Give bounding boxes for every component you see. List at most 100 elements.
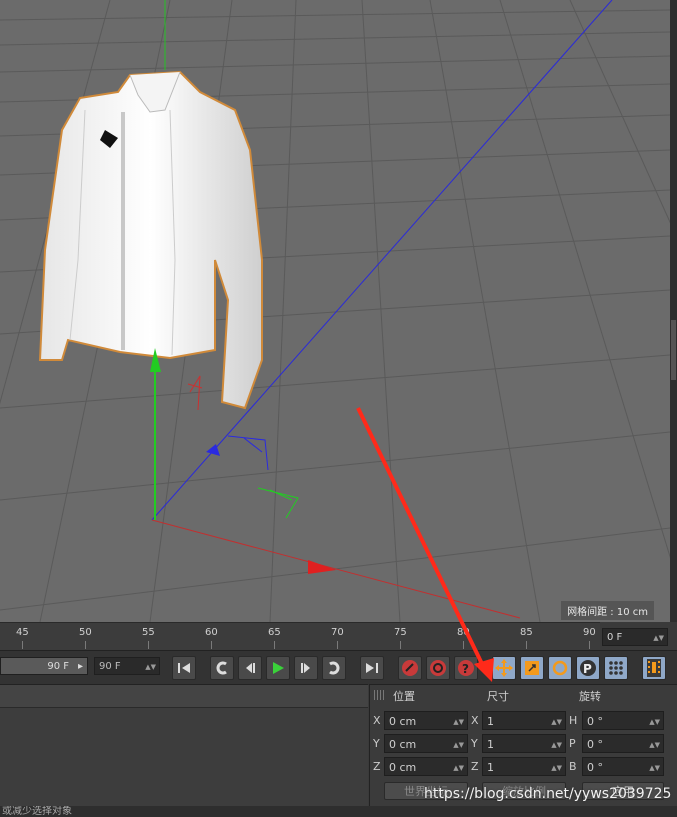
- rotate-tool-button[interactable]: [548, 656, 572, 680]
- size-y-field[interactable]: 1 ▲▼: [482, 734, 566, 753]
- spinner-icon[interactable]: ▲▼: [145, 658, 156, 676]
- rot-p-field[interactable]: 0 ° ▲▼: [582, 734, 664, 753]
- size-z-field[interactable]: 1 ▲▼: [482, 757, 566, 776]
- prev-key-button[interactable]: [210, 656, 234, 680]
- spinner-icon[interactable]: ▲▼: [551, 713, 562, 732]
- pos-x-field[interactable]: 0 cm ▲▼: [384, 711, 468, 730]
- size-axis-label: Y: [471, 737, 478, 750]
- end-frame-value: 90 F: [99, 661, 121, 672]
- ruler-label: 50: [79, 627, 92, 638]
- size-z-value: 1: [487, 761, 494, 774]
- pos-y-field[interactable]: 0 cm ▲▼: [384, 734, 468, 753]
- scale-tool-button[interactable]: [520, 656, 544, 680]
- ruler-label: 70: [331, 627, 344, 638]
- go-to-end-button[interactable]: [360, 656, 384, 680]
- spinner-icon[interactable]: ▲▼: [649, 736, 660, 755]
- scale-icon: [525, 661, 539, 675]
- next-key-button[interactable]: [322, 656, 346, 680]
- ruler-label: 90: [583, 627, 596, 638]
- go-to-start-button[interactable]: [172, 656, 196, 680]
- svg-text:P: P: [583, 662, 592, 676]
- spinner-icon[interactable]: ▲▼: [653, 629, 664, 647]
- prev-frame-icon: [246, 663, 255, 673]
- rot-axis-label: P: [569, 737, 576, 750]
- viewport-scrollbar[interactable]: [670, 0, 677, 622]
- autokey-button[interactable]: [426, 656, 450, 680]
- x-axis-line: [151, 519, 521, 619]
- rotation-header: 旋转: [579, 690, 601, 703]
- next-frame-icon: [301, 663, 310, 673]
- rot-h-value: 0 °: [587, 715, 603, 728]
- prev-frame-button[interactable]: [238, 656, 262, 680]
- question-icon: ?: [458, 660, 474, 676]
- spinner-icon[interactable]: ▲▼: [453, 713, 464, 732]
- ruler-label: 85: [520, 627, 533, 638]
- next-key-icon: [329, 661, 340, 675]
- status-text: 或减少选择对象: [2, 806, 72, 817]
- current-frame-field[interactable]: 0 F ▲▼: [602, 628, 668, 646]
- ruler-label: 45: [16, 627, 29, 638]
- svg-text:?: ?: [462, 662, 469, 676]
- spinner-icon[interactable]: ▲▼: [453, 736, 464, 755]
- status-bar: 或减少选择对象: [0, 806, 677, 817]
- prev-key-icon: [216, 661, 227, 675]
- end-frame-slider-value: 90 F: [47, 661, 69, 672]
- pos-axis-label: Z: [373, 760, 381, 773]
- pos-y-value: 0 cm: [389, 738, 417, 751]
- play-button[interactable]: [266, 656, 290, 680]
- size-header: 尺寸: [487, 690, 509, 703]
- play-icon: [273, 662, 284, 674]
- next-frame-button[interactable]: [294, 656, 318, 680]
- ruler-label: 80: [457, 627, 470, 638]
- slider-arrow-icon: ▸: [77, 661, 83, 672]
- record-key-icon: [402, 660, 418, 676]
- rot-b-field[interactable]: 0 ° ▲▼: [582, 757, 664, 776]
- current-frame-value: 0 F: [607, 632, 623, 643]
- spinner-icon[interactable]: ▲▼: [551, 736, 562, 755]
- keyframe-help-button[interactable]: ?: [454, 656, 478, 680]
- panel-grip-icon[interactable]: [374, 690, 386, 700]
- rotate-icon: [552, 660, 568, 676]
- film-strip-icon: [647, 659, 661, 677]
- 3d-viewport[interactable]: 网格间距 : 10 cm: [0, 0, 670, 622]
- timeline-ruler[interactable]: 45 50 55 60 65 70 75 80 85 90: [0, 622, 600, 651]
- spinner-icon[interactable]: ▲▼: [453, 759, 464, 778]
- rot-axis-label: H: [569, 714, 578, 727]
- size-axis-label: Z: [471, 760, 479, 773]
- move-arrows-icon: [495, 659, 513, 677]
- grid-spacing-label: 网格间距 : 10 cm: [561, 601, 654, 620]
- position-header: 位置: [393, 690, 415, 703]
- size-axis-label: X: [471, 714, 479, 727]
- panel-toolbar: [0, 685, 368, 708]
- pos-axis-label: X: [373, 714, 381, 727]
- spinner-icon[interactable]: ▲▼: [649, 759, 660, 778]
- param-key-button[interactable]: P: [576, 656, 600, 680]
- rot-b-value: 0 °: [587, 761, 603, 774]
- move-tool-button[interactable]: [492, 656, 516, 680]
- pos-x-value: 0 cm: [389, 715, 417, 728]
- size-x-value: 1: [487, 715, 494, 728]
- ruler-label: 75: [394, 627, 407, 638]
- ruler-label: 65: [268, 627, 281, 638]
- size-x-field[interactable]: 1 ▲▼: [482, 711, 566, 730]
- pos-z-field[interactable]: 0 cm ▲▼: [384, 757, 468, 776]
- go-to-start-icon: [178, 663, 190, 673]
- spinner-icon[interactable]: ▲▼: [551, 759, 562, 778]
- jacket-model[interactable]: [38, 70, 263, 410]
- spinner-icon[interactable]: ▲▼: [649, 713, 660, 732]
- end-frame-field[interactable]: 90 F ▲▼: [94, 657, 160, 675]
- material-manager-panel[interactable]: [0, 684, 368, 807]
- pos-z-value: 0 cm: [389, 761, 417, 774]
- ruler-label: 55: [142, 627, 155, 638]
- end-frame-slider[interactable]: 90 F ▸: [0, 657, 88, 675]
- film-button[interactable]: [642, 656, 666, 680]
- rot-h-field[interactable]: 0 ° ▲▼: [582, 711, 664, 730]
- ruler-label: 60: [205, 627, 218, 638]
- watermark-text: https://blog.csdn.net/yyws2039725: [424, 786, 672, 802]
- record-button[interactable]: [398, 656, 422, 680]
- rot-axis-label: B: [569, 760, 577, 773]
- autokey-icon: [430, 660, 446, 676]
- dots-grid-icon: [609, 661, 623, 675]
- parameter-p-icon: P: [580, 660, 596, 676]
- point-level-button[interactable]: [604, 656, 628, 680]
